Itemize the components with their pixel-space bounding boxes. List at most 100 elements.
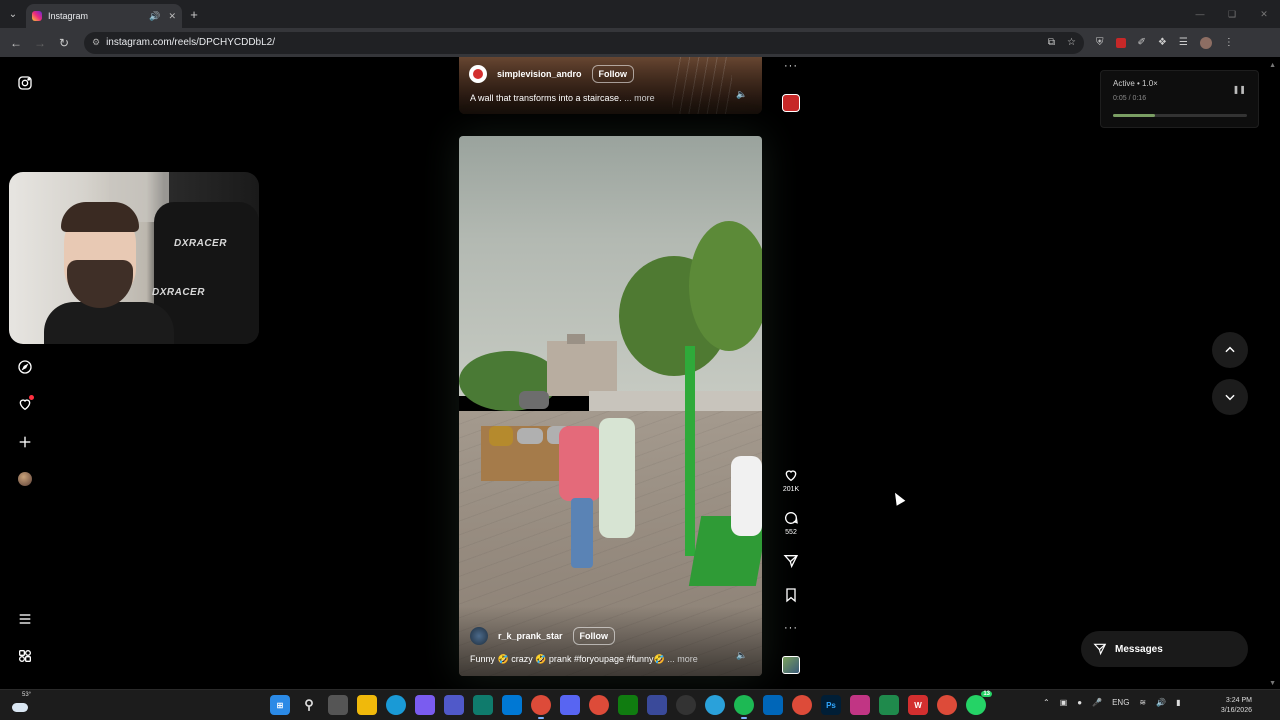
chrome-dev-icon[interactable] xyxy=(937,695,957,715)
terminal-icon[interactable] xyxy=(473,695,493,715)
reel-building xyxy=(547,341,617,396)
scrollbar-up-arrow-icon[interactable]: ▲ xyxy=(1269,62,1276,69)
reel-current-more-options-icon[interactable]: ··· xyxy=(784,622,798,634)
language-indicator[interactable]: ENG xyxy=(1112,698,1129,707)
reel-current-username[interactable]: r_k_prank_star xyxy=(498,631,563,641)
reel-previous-more-link[interactable]: ... more xyxy=(624,93,655,103)
reel-person-right xyxy=(731,456,762,536)
reload-button[interactable]: ↻ xyxy=(52,36,76,50)
explore-icon[interactable] xyxy=(16,358,34,376)
shield-extension-icon[interactable]: ⛨ xyxy=(1096,37,1104,48)
chrome-profile-icon[interactable] xyxy=(589,695,609,715)
whatsapp-badge: 13 xyxy=(981,691,992,697)
taskbar-clock[interactable]: 3:24 PM 3/16/2026 xyxy=(1212,696,1252,716)
reel-previous-audio-thumbnail[interactable] xyxy=(782,94,800,112)
telegram-icon[interactable] xyxy=(705,695,725,715)
create-plus-icon[interactable] xyxy=(16,433,34,451)
network-wifi-icon[interactable]: ≋ xyxy=(1139,698,1146,707)
new-tab-button[interactable]: + xyxy=(182,7,206,22)
also-from-meta-icon[interactable] xyxy=(16,647,34,665)
scrollbar-down-arrow-icon[interactable]: ▼ xyxy=(1269,680,1276,687)
chrome-alt-icon[interactable] xyxy=(792,695,812,715)
brush-extension-icon[interactable]: ✐ xyxy=(1138,37,1146,48)
reel-previous[interactable]: simplevision_andro Follow A wall that tr… xyxy=(459,57,762,114)
reel-current-audio-thumbnail[interactable] xyxy=(782,656,800,674)
store-icon[interactable] xyxy=(647,695,667,715)
messages-button[interactable]: Messages xyxy=(1081,631,1248,667)
instagram-logo-icon[interactable] xyxy=(16,74,34,92)
address-bar[interactable]: ⚙ instagram.com/reels/DPCHYCDDbL2/ ⧉ ☆ xyxy=(84,31,1084,54)
minimize-icon[interactable]: — xyxy=(1184,0,1216,28)
chrome-icon[interactable] xyxy=(531,695,551,719)
playback-progress-fill xyxy=(1113,114,1155,117)
tab-audio-icon[interactable]: 🔊 xyxy=(149,11,160,22)
battery-icon[interactable]: ▮ xyxy=(1176,698,1180,707)
reel-current-avatar[interactable] xyxy=(470,627,488,645)
playback-speed-panel: Active • 1.0× 0:05 / 0:16 ❚❚ xyxy=(1100,70,1259,128)
edge-browser-icon[interactable] xyxy=(386,695,406,715)
file-explorer-icon[interactable] xyxy=(357,695,377,715)
outlook-icon[interactable] xyxy=(502,695,522,715)
browser-tab[interactable]: Instagram 🔊 ✕ xyxy=(26,4,182,28)
browser-toolbar: ← → ↻ ⚙ instagram.com/reels/DPCHYCDDbL2/… xyxy=(0,28,1280,57)
reel-current-mute-icon[interactable]: 🔈 xyxy=(735,648,749,662)
red-extension-icon[interactable] xyxy=(1115,37,1126,48)
site-info-icon[interactable]: ⚙ xyxy=(92,37,100,48)
spotify-icon[interactable] xyxy=(734,695,754,719)
pause-icon[interactable]: ❚❚ xyxy=(1233,85,1246,94)
back-button[interactable]: ← xyxy=(4,36,28,50)
github-icon[interactable] xyxy=(676,695,696,715)
tray-overflow-chevron-icon[interactable]: ⌃ xyxy=(1043,698,1050,707)
excel-icon[interactable] xyxy=(879,695,899,715)
save-button[interactable] xyxy=(779,587,803,603)
tray-app-icon[interactable]: ▣ xyxy=(1060,698,1068,707)
reel-previous-more-options-icon[interactable]: ··· xyxy=(784,60,798,72)
previous-reel-button[interactable] xyxy=(1212,332,1248,368)
start-windows-icon[interactable]: ⊞ xyxy=(270,695,290,715)
teams-icon[interactable] xyxy=(444,695,464,715)
tab-close-icon[interactable]: ✕ xyxy=(168,11,176,22)
reel-previous-username[interactable]: simplevision_andro xyxy=(497,69,582,79)
reel-previous-avatar[interactable] xyxy=(469,65,487,83)
reel-cooking-pot xyxy=(517,428,543,444)
like-button[interactable]: 201K xyxy=(779,467,803,493)
notifications-heart-icon[interactable] xyxy=(16,395,34,413)
tab-search-icon[interactable]: ⌄ xyxy=(0,0,26,28)
reel-current-video[interactable]: r_k_prank_star Follow Funny 🤣 crazy 🤣 pr… xyxy=(459,136,762,676)
reel-current-follow-button[interactable]: Follow xyxy=(572,627,616,645)
task-view-icon[interactable] xyxy=(328,695,348,715)
bookmark-star-icon[interactable]: ☆ xyxy=(1067,37,1076,48)
extensions-area: ⛨ ✐ ❖ ☰ ⋮ xyxy=(1096,36,1234,49)
extensions-puzzle-icon[interactable]: ❖ xyxy=(1158,37,1167,48)
profile-avatar[interactable] xyxy=(16,470,34,488)
search-icon[interactable]: ⚲ xyxy=(299,695,319,715)
browser-menu-icon[interactable]: ⋮ xyxy=(1224,37,1234,48)
photoshop-icon[interactable]: Ps xyxy=(821,695,841,715)
comment-button[interactable]: 552 xyxy=(779,510,803,536)
vscode-icon[interactable] xyxy=(763,695,783,715)
wps-icon[interactable]: W xyxy=(908,695,928,715)
reel-current-more-link[interactable]: ... more xyxy=(667,654,698,664)
reel-previous-mute-icon[interactable]: 🔈 xyxy=(735,87,749,101)
window-controls: — ❑ ✕ xyxy=(1184,0,1280,28)
share-button[interactable] xyxy=(779,553,803,569)
maximize-icon[interactable]: ❑ xyxy=(1216,0,1248,28)
forward-button[interactable]: → xyxy=(28,36,52,50)
whatsapp-icon[interactable]: 13 xyxy=(966,691,992,715)
reading-list-icon[interactable]: ☰ xyxy=(1179,37,1188,48)
microphone-icon[interactable]: 🎤 xyxy=(1092,698,1102,707)
instagram-app-icon[interactable] xyxy=(850,695,870,715)
tray-app-icon[interactable]: ● xyxy=(1077,698,1082,707)
more-menu-icon[interactable] xyxy=(16,610,34,628)
discord-icon[interactable] xyxy=(560,695,580,715)
next-reel-button[interactable] xyxy=(1212,379,1248,415)
install-app-icon[interactable]: ⧉ xyxy=(1048,37,1055,48)
playback-progress-bar[interactable] xyxy=(1113,114,1247,117)
xbox-icon[interactable] xyxy=(618,695,638,715)
volume-icon[interactable]: 🔊 xyxy=(1156,698,1166,707)
reel-previous-follow-button[interactable]: Follow xyxy=(591,65,635,83)
copilot-icon[interactable] xyxy=(415,695,435,715)
profile-avatar-browser[interactable] xyxy=(1199,36,1212,49)
weather-widget[interactable]: 53° xyxy=(10,692,32,716)
close-window-icon[interactable]: ✕ xyxy=(1248,0,1280,28)
